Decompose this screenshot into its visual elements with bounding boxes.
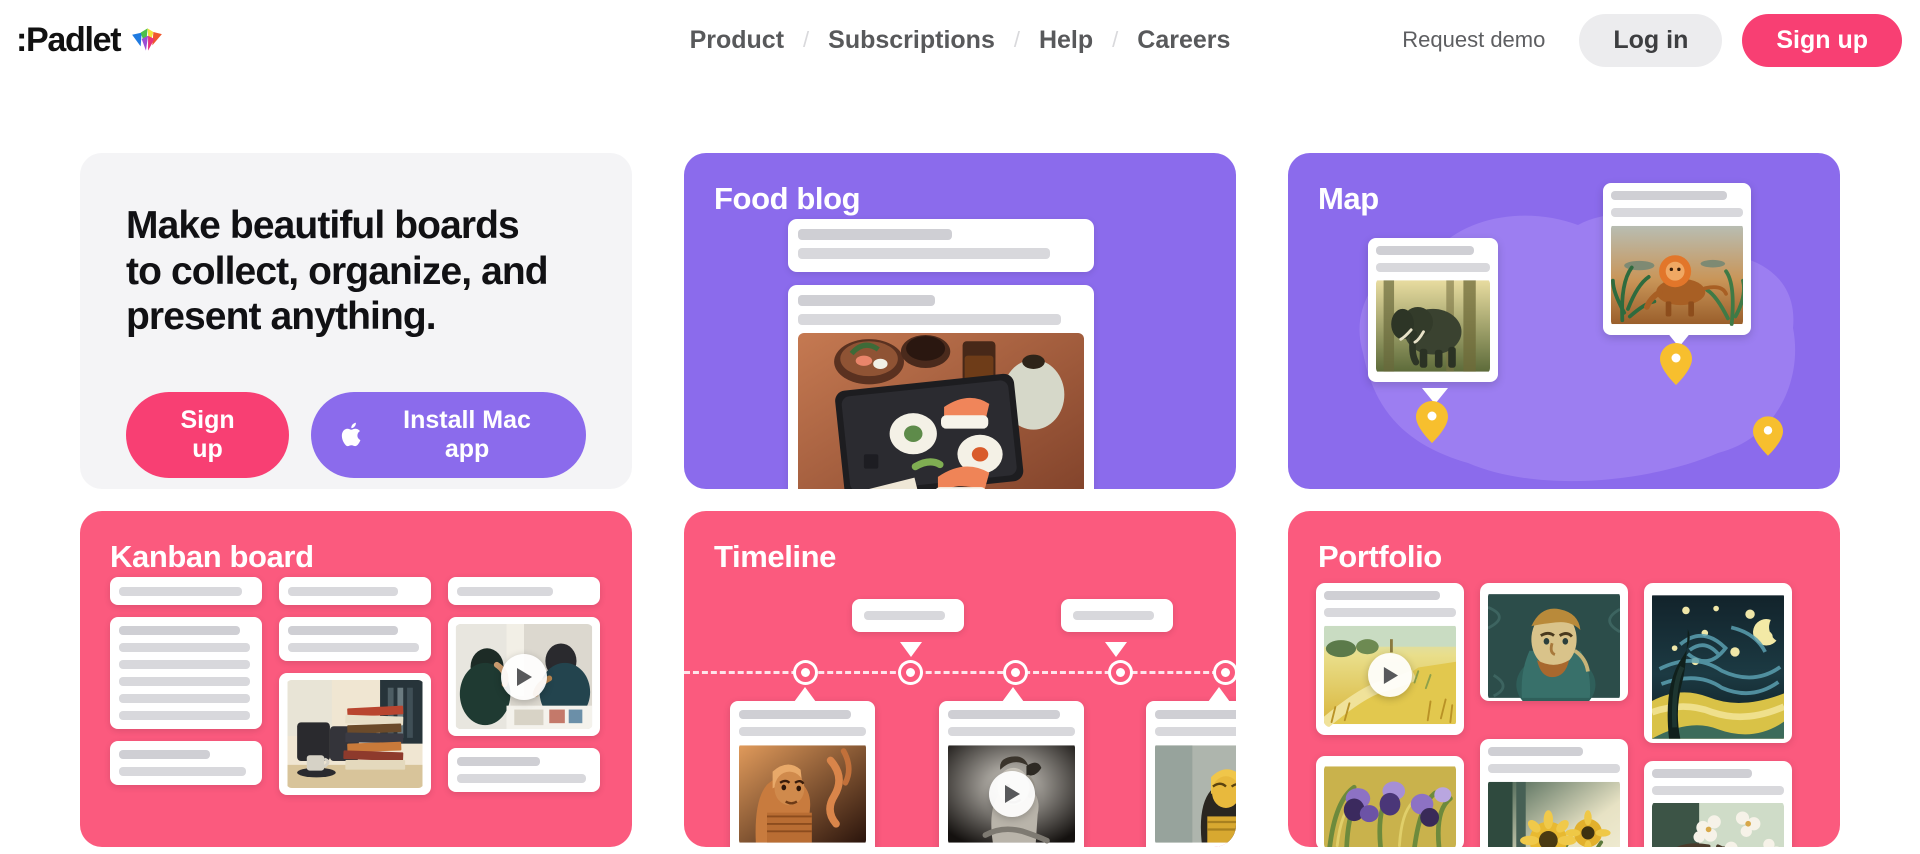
sunflowers-painting [1488,781,1620,847]
card-tail [794,687,816,702]
post-with-image [788,285,1094,489]
kanban-card[interactable] [110,741,262,785]
portfolio-post[interactable] [1316,756,1464,847]
starry-night-painting [1652,595,1784,739]
hero-card: Make beautiful boards to collect, organi… [80,153,632,489]
timeline-node[interactable] [796,663,815,682]
request-demo-link[interactable]: Request demo [1388,27,1559,53]
card-tail [1208,687,1230,702]
timeline-post[interactable] [1146,701,1236,847]
timeline-post[interactable] [730,701,875,847]
map-post-lion[interactable] [1603,183,1751,335]
card-title: Kanban board [110,539,314,574]
template-card-timeline[interactable]: Timeline [684,511,1236,847]
site-header: :Padlet Product / Subscriptions / Help /… [0,0,1920,80]
card-tail [1002,687,1024,702]
bubble-tail [1105,642,1127,657]
card-title: Portfolio [1318,539,1442,574]
main-navigation: Product / Subscriptions / Help / Careers [671,26,1250,55]
apple-icon [341,421,365,449]
self-portrait-painting [1488,594,1620,701]
template-card-kanban-board[interactable]: Kanban board [80,511,632,847]
card-title: Map [1318,181,1379,216]
header-actions: Request demo Log in Sign up [1388,13,1902,67]
play-button-icon[interactable] [501,653,547,700]
timeline-node[interactable] [1216,663,1235,682]
lion-photo [1611,225,1743,326]
map-pin-icon[interactable] [1753,416,1783,456]
timeline-post-video[interactable] [939,701,1084,847]
timeline-axis [684,671,1236,674]
nav-item-careers[interactable]: Careers [1118,26,1249,55]
timeline-node[interactable] [1006,663,1025,682]
kanban-card-video[interactable] [448,617,600,736]
install-mac-app-label: Install Mac app [403,405,531,463]
kanban-column [279,577,431,807]
sushi-photo [798,333,1084,489]
kanban-column [110,577,262,797]
bubble-tail [900,642,922,657]
nav-item-subscriptions[interactable]: Subscriptions [809,26,1014,55]
play-button-icon[interactable] [988,771,1035,817]
install-mac-app-button[interactable]: Install Mac app [311,391,586,478]
map-pin-icon[interactable] [1416,401,1448,443]
timeline-node[interactable] [901,663,920,682]
map-post-elephant[interactable] [1368,238,1498,382]
map-pin-icon[interactable] [1660,343,1692,385]
logo-wordmark: :Padlet [16,20,122,59]
kanban-column [448,577,600,804]
kanban-card[interactable] [110,577,262,605]
card-title: Food blog [714,181,861,216]
gold-statue-photo [1155,745,1236,843]
brand-logo[interactable]: :Padlet [16,21,164,60]
kanban-card[interactable] [110,617,262,729]
play-button-icon[interactable] [1368,653,1412,697]
kanban-card[interactable] [448,748,600,792]
kanban-card[interactable] [279,617,431,661]
books-photo [287,680,423,788]
timeline-node[interactable] [1111,663,1130,682]
timeline-label-bubble[interactable] [1061,599,1173,632]
template-card-map[interactable]: Map [1288,153,1840,489]
kanban-card-image[interactable] [279,673,431,795]
portfolio-post[interactable] [1480,739,1628,847]
portfolio-post[interactable] [1644,583,1792,743]
template-card-portfolio[interactable]: Portfolio [1288,511,1840,847]
login-button[interactable]: Log in [1579,13,1723,67]
hero-title: Make beautiful boards to collect, organi… [126,204,549,339]
nav-item-help[interactable]: Help [1020,26,1112,55]
irises-painting [1324,766,1456,847]
post-skeleton [788,219,1094,272]
portfolio-post[interactable] [1644,761,1792,847]
timeline-label-bubble[interactable] [852,599,964,632]
padlet-crane-logo-icon [130,23,164,57]
almond-blossom-painting [1652,803,1784,847]
portfolio-post[interactable] [1480,583,1628,701]
signup-button-header[interactable]: Sign up [1742,13,1902,67]
elephant-photo [1376,280,1490,372]
nav-item-product[interactable]: Product [671,26,803,55]
pharaoh-statue-photo [739,745,866,843]
template-card-food-blog[interactable]: Food blog [684,153,1236,489]
card-title: Timeline [714,539,836,574]
portfolio-post-video[interactable] [1316,583,1464,735]
signup-button-hero[interactable]: Sign up [126,391,290,478]
kanban-card[interactable] [448,577,600,605]
kanban-card[interactable] [279,577,431,605]
hero-buttons: Sign up Install Mac app [126,391,586,478]
template-grid: Make beautiful boards to collect, organi… [80,153,1840,847]
